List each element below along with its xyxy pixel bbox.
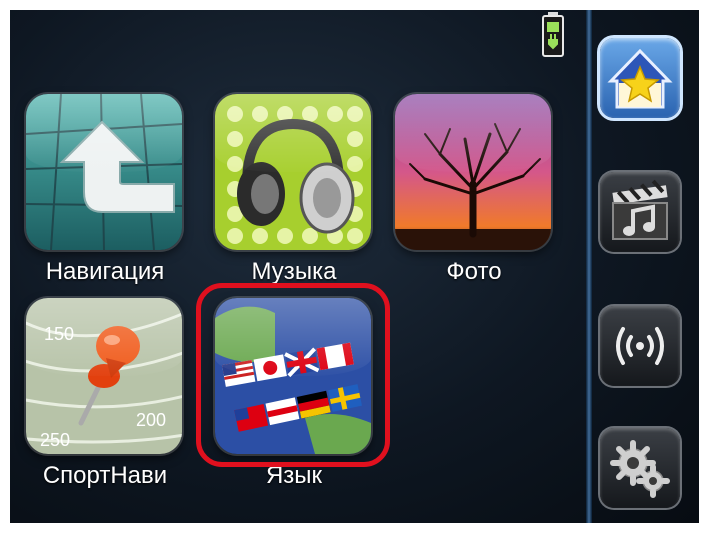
device-screen: Навигация Музыка Фото 150 200 250 СпортН…	[10, 10, 699, 523]
navigation-arrow-icon	[26, 94, 182, 250]
gears-icon	[610, 440, 670, 498]
app-label-sportnavi: СпортНави	[42, 462, 168, 489]
contour-label-200: 200	[136, 410, 166, 430]
contour-label-150: 150	[44, 324, 74, 344]
wireless-button[interactable]	[600, 306, 680, 386]
app-navigation[interactable]: Навигация	[26, 94, 184, 286]
selection-highlight	[196, 283, 390, 467]
app-photo[interactable]: Фото	[395, 94, 553, 286]
home-star-icon	[607, 48, 673, 109]
media-button[interactable]	[600, 172, 680, 252]
wireless-signal-icon	[616, 327, 664, 365]
app-label-music: Музыка	[251, 258, 337, 285]
map-pin-contour-icon: 150 200 250	[26, 298, 182, 454]
app-label-navigation: Навигация	[45, 258, 165, 285]
tree-sunset-icon	[395, 94, 551, 250]
app-music[interactable]: Музыка	[215, 94, 373, 286]
clapper-music-icon	[612, 179, 668, 240]
settings-button[interactable]	[600, 428, 680, 508]
home-button[interactable]	[600, 38, 680, 118]
app-label-photo: Фото	[446, 258, 502, 285]
contour-label-250: 250	[40, 430, 70, 450]
battery-charging-icon	[542, 12, 564, 58]
panel-divider	[586, 10, 592, 523]
app-sportnavi[interactable]: 150 200 250 СпортНави	[26, 298, 184, 490]
headphones-icon	[215, 94, 371, 250]
